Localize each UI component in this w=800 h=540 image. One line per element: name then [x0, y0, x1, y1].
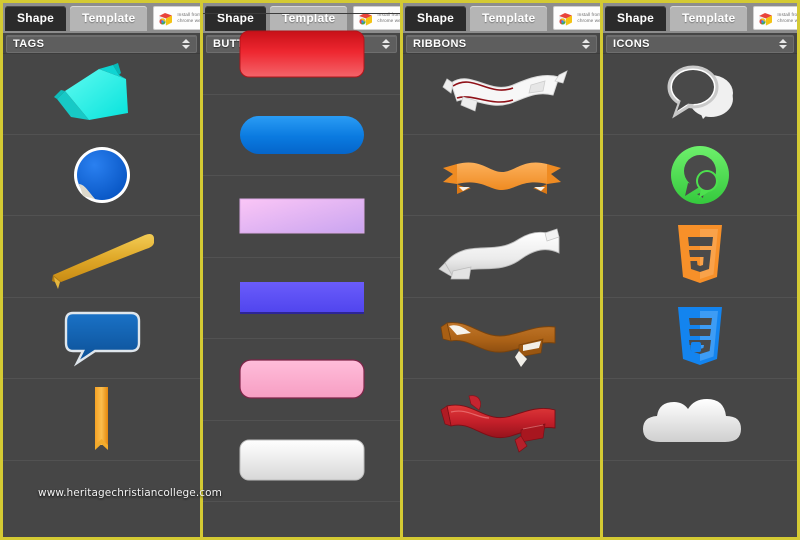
- cloud-icon-art: [625, 382, 775, 456]
- silver-ribbon-art: [427, 219, 577, 293]
- chrome-web-store-text: Install from chrome web store: [777, 12, 800, 24]
- list-item[interactable]: [603, 53, 797, 135]
- red-ribbon-art: [427, 382, 577, 456]
- list-item[interactable]: [603, 216, 797, 298]
- chrome-web-store-text: Install from chrome web store: [177, 12, 200, 24]
- badge-line-1: Install from: [777, 12, 800, 17]
- list-item[interactable]: [203, 176, 400, 258]
- tab-template[interactable]: Template: [70, 6, 147, 31]
- tab-shape[interactable]: Shape: [605, 6, 666, 31]
- orange-ribbon-art: [427, 138, 577, 212]
- tab-shape[interactable]: Shape: [405, 6, 466, 31]
- tab-shape-label: Shape: [417, 11, 454, 25]
- list-item[interactable]: [403, 135, 600, 217]
- list-item[interactable]: [3, 216, 200, 298]
- chrome-web-store-button[interactable]: Install from chrome web store: [753, 6, 800, 30]
- chrome-web-store-button[interactable]: Install from chrome web store: [553, 6, 600, 30]
- chrome-web-store-button[interactable]: Install from chrome web store: [153, 6, 200, 30]
- list-item[interactable]: [403, 379, 600, 461]
- category-label-ribbons: RIBBONS: [413, 38, 467, 50]
- tab-template[interactable]: Template: [670, 6, 747, 31]
- list-item[interactable]: [203, 339, 400, 421]
- chevron-updown-icon[interactable]: [779, 39, 787, 49]
- blue-pill-button-art: [227, 98, 377, 172]
- watermark: www.heritagechristiancollege.com: [38, 487, 222, 499]
- category-select-icons[interactable]: ICONS: [606, 35, 794, 53]
- tab-template-label: Template: [482, 11, 535, 25]
- chevron-updown-icon[interactable]: [582, 39, 590, 49]
- badge-line-1: Install from: [177, 12, 200, 17]
- chrome-web-store-text: Install from chrome web store: [577, 12, 600, 24]
- shape-list-icons[interactable]: [603, 53, 797, 540]
- red-button-art: [227, 17, 377, 91]
- shape-list-buttons[interactable]: [203, 13, 400, 502]
- category-label-tags: TAGS: [13, 38, 44, 50]
- indigo-button-art: [227, 261, 377, 335]
- panel-columns: Shape Template: [0, 0, 800, 540]
- blue-speech-bubble-art: [27, 301, 177, 375]
- shape-list-tags[interactable]: [3, 53, 200, 540]
- screenshot-stage: Shape Template: [0, 0, 800, 540]
- chrome-web-store-icon: [757, 10, 774, 27]
- white-red-outline-ribbon-art: [427, 57, 577, 131]
- cyan-folded-tag-art: [27, 57, 177, 131]
- panel-ribbons: Shape Template: [400, 0, 600, 540]
- tab-template[interactable]: Template: [470, 6, 547, 31]
- chrome-web-store-icon: [557, 10, 574, 27]
- tab-template-label: Template: [82, 11, 135, 25]
- tab-shape-label: Shape: [617, 11, 654, 25]
- tab-shape-label: Shape: [17, 11, 54, 25]
- chevron-updown-icon[interactable]: [182, 39, 190, 49]
- list-item[interactable]: [403, 216, 600, 298]
- list-item[interactable]: [3, 135, 200, 217]
- blue-round-sticker-art: [27, 138, 177, 212]
- tab-shape[interactable]: Shape: [5, 6, 66, 31]
- chat-bubbles-icon-art: [625, 57, 775, 131]
- list-item[interactable]: [403, 53, 600, 135]
- tab-template-label: Template: [682, 11, 735, 25]
- list-item[interactable]: [203, 13, 400, 95]
- list-item[interactable]: [403, 298, 600, 380]
- shape-list-ribbons[interactable]: [403, 53, 600, 540]
- panel-icons: Shape Template: [600, 0, 800, 540]
- violet-button-art: [227, 179, 377, 253]
- category-label-icons: ICONS: [613, 38, 650, 50]
- orange-bookmark-art: [27, 382, 177, 456]
- list-item[interactable]: [603, 135, 797, 217]
- badge-line-1: Install from: [577, 12, 600, 17]
- css3-logo-icon-art: [625, 301, 775, 375]
- white-button-art: [227, 424, 377, 498]
- toolbar-icons: Shape Template: [603, 3, 797, 33]
- list-item[interactable]: [3, 298, 200, 380]
- badge-line-2: chrome web store: [577, 18, 600, 23]
- chrome-web-store-icon: [157, 10, 174, 27]
- list-item[interactable]: [3, 53, 200, 135]
- gold-banner-tag-art: [27, 219, 177, 293]
- list-item[interactable]: [203, 95, 400, 177]
- panel-tags: Shape Template: [0, 0, 200, 540]
- list-item[interactable]: [203, 421, 400, 503]
- html5-logo-icon-art: [625, 219, 775, 293]
- panel-buttons: Shape Template: [200, 0, 400, 540]
- list-item[interactable]: [3, 379, 200, 461]
- badge-line-2: chrome web store: [777, 18, 800, 23]
- badge-line-2: chrome web store: [177, 18, 200, 23]
- category-select-ribbons[interactable]: RIBBONS: [406, 35, 597, 53]
- brown-ribbon-art: [427, 301, 577, 375]
- list-item[interactable]: [603, 298, 797, 380]
- list-item[interactable]: [203, 258, 400, 340]
- pink-button-art: [227, 342, 377, 416]
- green-chat-icon-art: [625, 138, 775, 212]
- list-item[interactable]: [603, 379, 797, 461]
- toolbar-ribbons: Shape Template: [403, 3, 600, 33]
- category-select-tags[interactable]: TAGS: [6, 35, 197, 53]
- toolbar-tags: Shape Template: [3, 3, 200, 33]
